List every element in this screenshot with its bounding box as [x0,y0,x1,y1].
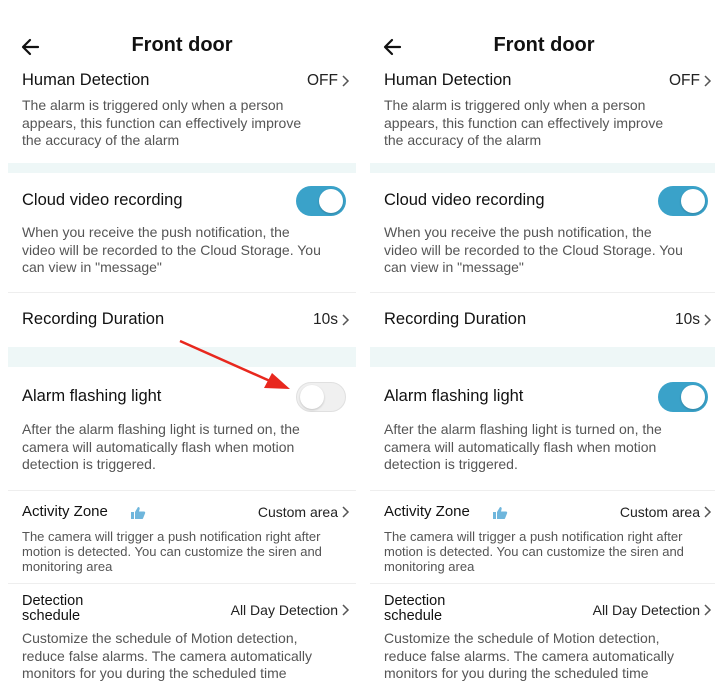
section-separator [8,347,356,367]
human-detection-row[interactable]: Human Detection OFF The alarm is trigger… [370,70,715,160]
detection-schedule-row[interactable]: Detection schedule All Day Detection Cus… [8,588,356,688]
chevron-right-icon [704,75,712,87]
cloud-video-recording-toggle[interactable] [296,186,346,216]
divider [8,292,356,293]
human-detection-description: The alarm is triggered only when a perso… [384,97,664,148]
activity-zone-description: The camera will trigger a push notificat… [22,529,322,574]
alarm-flashing-light-label: Alarm flashing light [22,387,162,405]
human-detection-label: Human Detection [384,71,512,89]
chevron-right-icon [342,75,350,87]
section-separator [370,163,715,173]
divider [370,292,715,293]
chevron-right-icon [342,604,350,616]
chevron-right-icon [704,314,712,326]
header: Front door [8,30,356,66]
detection-schedule-value: All Day Detection [230,602,338,618]
thumbs-up-icon [131,507,146,519]
cloud-video-recording-description: When you receive the push notification, … [22,224,321,275]
divider [8,490,356,491]
settings-screen-before: Front door Human Detection OFF The alarm… [8,0,356,695]
human-detection-value: OFF [307,72,338,89]
recording-duration-value: 10s [313,311,338,328]
alarm-flashing-light-row: Alarm flashing light After the alarm fla… [8,375,356,485]
cloud-video-recording-label: Cloud video recording [22,191,183,209]
chevron-right-icon [704,506,712,518]
alarm-flashing-light-description: After the alarm flashing light is turned… [22,421,300,472]
detection-schedule-value: All Day Detection [592,602,700,618]
recording-duration-row[interactable]: Recording Duration 10s [8,296,356,342]
page-title: Front door [493,34,595,56]
cloud-video-recording-label: Cloud video recording [384,191,545,209]
cloud-video-recording-description: When you receive the push notification, … [384,224,683,275]
chevron-right-icon [342,314,350,326]
recording-duration-value: 10s [675,311,700,328]
toggle-knob [681,385,705,409]
toggle-knob [300,385,324,409]
activity-zone-row[interactable]: Activity Zone Custom area The camera wil… [370,495,715,580]
toggle-knob [319,189,343,213]
page-title: Front door [131,34,233,56]
detection-schedule-label: Detection schedule [384,593,446,624]
detection-schedule-description: Customize the schedule of Motion detecti… [22,630,312,681]
activity-zone-description: The camera will trigger a push notificat… [384,529,684,574]
activity-zone-row[interactable]: Activity Zone Custom area The camera wil… [8,495,356,580]
divider [8,583,356,584]
detection-schedule-label: Detection schedule [22,593,84,624]
activity-zone-value: Custom area [619,504,700,520]
activity-zone-value: Custom area [257,504,338,520]
detection-schedule-description: Customize the schedule of Motion detecti… [384,630,674,681]
cloud-video-recording-toggle[interactable] [658,186,708,216]
divider [370,583,715,584]
recording-duration-label: Recording Duration [384,310,527,328]
thumbs-up-icon [493,507,508,519]
detection-schedule-row[interactable]: Detection schedule All Day Detection Cus… [370,588,715,688]
cloud-video-recording-row: Cloud video recording When you receive t… [370,180,715,285]
alarm-flashing-light-row: Alarm flashing light After the alarm fla… [370,375,715,485]
divider [370,490,715,491]
recording-duration-row[interactable]: Recording Duration 10s [370,296,715,342]
human-detection-value: OFF [669,72,700,89]
recording-duration-label: Recording Duration [22,310,165,328]
human-detection-label: Human Detection [22,71,150,89]
human-detection-description: The alarm is triggered only when a perso… [22,97,302,148]
cloud-video-recording-row: Cloud video recording When you receive t… [8,180,356,285]
section-separator [8,163,356,173]
chevron-right-icon [342,506,350,518]
human-detection-row[interactable]: Human Detection OFF The alarm is trigger… [8,70,356,160]
settings-screen-after: Front door Human Detection OFF The alarm… [370,0,715,695]
alarm-flashing-light-label: Alarm flashing light [384,387,524,405]
alarm-flashing-light-description: After the alarm flashing light is turned… [384,421,662,472]
activity-zone-label: Activity Zone [22,503,108,520]
alarm-flashing-light-toggle[interactable] [658,382,708,412]
alarm-flashing-light-toggle[interactable] [296,382,346,412]
toggle-knob [681,189,705,213]
activity-zone-label: Activity Zone [384,503,470,520]
chevron-right-icon [704,604,712,616]
section-separator [370,347,715,367]
header: Front door [370,30,715,66]
